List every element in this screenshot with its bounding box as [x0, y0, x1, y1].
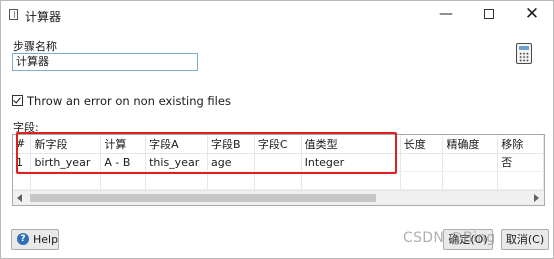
table-cell[interactable]: age: [207, 153, 255, 172]
table-cell[interactable]: A - B: [100, 153, 147, 172]
step-name-input[interactable]: 计算器: [12, 53, 198, 71]
window-title: 计算器: [25, 10, 62, 24]
help-icon: ?: [17, 233, 29, 245]
table-cell[interactable]: birth_year: [30, 153, 102, 172]
column-header[interactable]: 移除: [497, 135, 544, 154]
help-button[interactable]: ? Help: [11, 229, 59, 250]
cancel-button[interactable]: 取消(C): [501, 229, 549, 250]
table-header-row: # 新字段 计算 字段A 字段B 字段C 值类型 长度 精确度 移除: [13, 135, 544, 154]
scrollbar-thumb[interactable]: [30, 194, 376, 202]
fields-table[interactable]: # 新字段 计算 字段A 字段B 字段C 值类型 长度 精确度 移除 1 bir…: [12, 134, 545, 206]
table-cell-empty: [497, 171, 544, 190]
throw-error-checkbox[interactable]: [12, 95, 23, 106]
column-header[interactable]: 值类型: [301, 135, 401, 154]
table-cell[interactable]: this_year: [145, 153, 209, 172]
table-cell[interactable]: 1: [13, 153, 32, 172]
ok-button[interactable]: 确定(O): [443, 229, 493, 250]
table-cell[interactable]: [400, 153, 444, 172]
calculator-icon-keys: [519, 52, 529, 62]
minimize-button[interactable]: —: [425, 1, 467, 29]
calculator-icon: [516, 43, 532, 64]
calculator-dialog: 计算器 — ✕ 步骤名称 计算器 Throw an error on non e…: [0, 0, 554, 259]
column-header[interactable]: 字段C: [254, 135, 302, 154]
table-cell-empty: [400, 171, 444, 190]
scroll-left-arrow-icon[interactable]: [17, 194, 22, 202]
checkmark-icon: [13, 95, 21, 104]
table-cell[interactable]: [442, 153, 499, 172]
fields-label: 字段:: [13, 121, 39, 134]
table-cell-empty: [442, 171, 499, 190]
column-header[interactable]: #: [13, 135, 32, 154]
horizontal-scrollbar[interactable]: [13, 190, 544, 205]
column-header[interactable]: 新字段: [30, 135, 102, 154]
close-button[interactable]: ✕: [511, 1, 553, 29]
throw-error-label[interactable]: Throw an error on non existing files: [27, 94, 231, 108]
column-header[interactable]: 字段B: [207, 135, 255, 154]
table-cell[interactable]: 否: [497, 153, 544, 172]
table-row-empty: [13, 171, 544, 190]
app-icon: [9, 9, 18, 20]
scroll-right-arrow-icon[interactable]: [534, 194, 539, 202]
help-button-label: Help: [33, 233, 59, 246]
table-cell[interactable]: Integer: [301, 153, 401, 172]
table-cell-empty: [207, 171, 255, 190]
maximize-button[interactable]: [468, 1, 510, 29]
calculator-icon-screen: [519, 46, 529, 50]
column-header[interactable]: 精确度: [442, 135, 499, 154]
column-header[interactable]: 字段A: [145, 135, 209, 154]
maximize-icon: [484, 9, 494, 19]
table-cell-empty: [145, 171, 209, 190]
column-header[interactable]: 长度: [400, 135, 444, 154]
column-header[interactable]: 计算: [100, 135, 147, 154]
table-cell-empty: [254, 171, 302, 190]
table-cell-empty: [100, 171, 147, 190]
table-cell[interactable]: [254, 153, 302, 172]
table-cell-empty: [301, 171, 401, 190]
table-row[interactable]: 1 birth_year A - B this_year age Integer…: [13, 153, 544, 172]
table-cell-empty: [13, 171, 32, 190]
table-cell-empty: [30, 171, 102, 190]
title-bar: 计算器 — ✕: [1, 1, 553, 29]
step-name-label: 步骤名称: [13, 40, 57, 53]
